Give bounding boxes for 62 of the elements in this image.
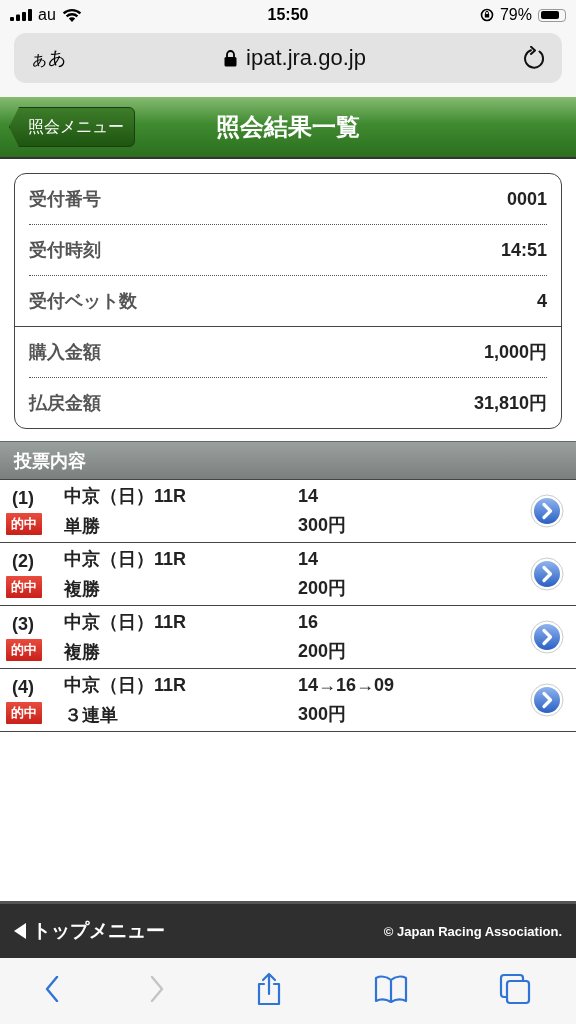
bet-amount: 300円: [298, 702, 348, 726]
bookmarks-icon[interactable]: [373, 975, 408, 1003]
lock-icon: [224, 49, 238, 67]
chevron-icon[interactable]: [530, 683, 564, 717]
url-text: ipat.jra.go.jp: [246, 45, 366, 71]
tabs-icon[interactable]: [498, 973, 531, 1005]
carrier-name: au: [38, 6, 56, 24]
field-label: 購入金額: [29, 341, 101, 364]
section-title: 投票内容: [14, 449, 86, 473]
hit-badge: 的中: [6, 575, 42, 598]
field-label: 払戻金額: [29, 392, 101, 415]
bet-type: ３連単: [64, 704, 119, 727]
bet-number: (1): [11, 487, 34, 509]
battery-icon: [538, 8, 566, 22]
triangle-left-icon: [14, 923, 26, 939]
field-value: 31,810円: [473, 392, 547, 415]
text-size-button[interactable]: ぁあ: [30, 46, 66, 70]
signal-icon: [10, 9, 32, 21]
bet-row[interactable]: (2) 的中 中京（日）11R 複勝 14 200円: [0, 543, 576, 606]
horse-numbers: 14: [298, 548, 320, 570]
bet-row[interactable]: (3) 的中 中京（日）11R 複勝 16 200円: [0, 606, 576, 669]
bet-amount: 300円: [298, 513, 348, 537]
hit-badge: 的中: [6, 701, 42, 724]
race-name: 中京（日）11R: [64, 611, 188, 634]
rotation-lock-icon: [479, 8, 494, 22]
bet-amount: 200円: [298, 639, 348, 663]
share-icon[interactable]: [255, 972, 283, 1006]
field-value: 0001: [506, 188, 547, 210]
field-label: 受付番号: [29, 188, 101, 211]
battery-percent: 79%: [499, 6, 532, 24]
copyright-text: © Japan Racing Association.: [383, 923, 562, 939]
bet-amount: 200円: [298, 576, 348, 600]
bet-number: (4): [11, 676, 34, 698]
clock-time: 15:50: [267, 6, 309, 24]
bet-number: (3): [11, 613, 34, 635]
reload-icon[interactable]: [524, 46, 546, 70]
horse-numbers: 16: [298, 611, 320, 633]
field-label: 受付時刻: [29, 239, 101, 262]
hit-badge: 的中: [6, 512, 42, 535]
hit-badge: 的中: [6, 638, 42, 661]
horse-numbers: 14: [298, 485, 320, 507]
field-value: 4: [537, 290, 547, 312]
field-value: 14:51: [500, 239, 547, 261]
wifi-icon: [61, 8, 82, 22]
bet-number: (2): [11, 550, 34, 572]
back-button[interactable]: 照会メニュー: [9, 107, 135, 147]
bet-type: 単勝: [64, 515, 101, 538]
bet-row[interactable]: (1) 的中 中京（日）11R 単勝 14 300円: [0, 480, 576, 543]
field-value: 1,000円: [483, 341, 547, 364]
field-label: 受付ベット数: [29, 290, 137, 313]
bet-row[interactable]: (4) 的中 中京（日）11R ３連単 14→16→09 300円: [0, 669, 576, 732]
horse-numbers: 14→16→09: [298, 674, 396, 696]
bet-type: 複勝: [64, 578, 101, 601]
address-bar[interactable]: ぁあ ipat.jra.go.jp: [14, 33, 562, 83]
chevron-icon[interactable]: [530, 557, 564, 591]
chevron-icon[interactable]: [530, 620, 564, 654]
race-name: 中京（日）11R: [64, 548, 188, 571]
race-name: 中京（日）11R: [64, 485, 188, 508]
page-title: 照会結果一覧: [216, 112, 360, 142]
chevron-icon[interactable]: [530, 494, 564, 528]
bet-type: 複勝: [64, 641, 101, 664]
race-name: 中京（日）11R: [64, 674, 188, 697]
